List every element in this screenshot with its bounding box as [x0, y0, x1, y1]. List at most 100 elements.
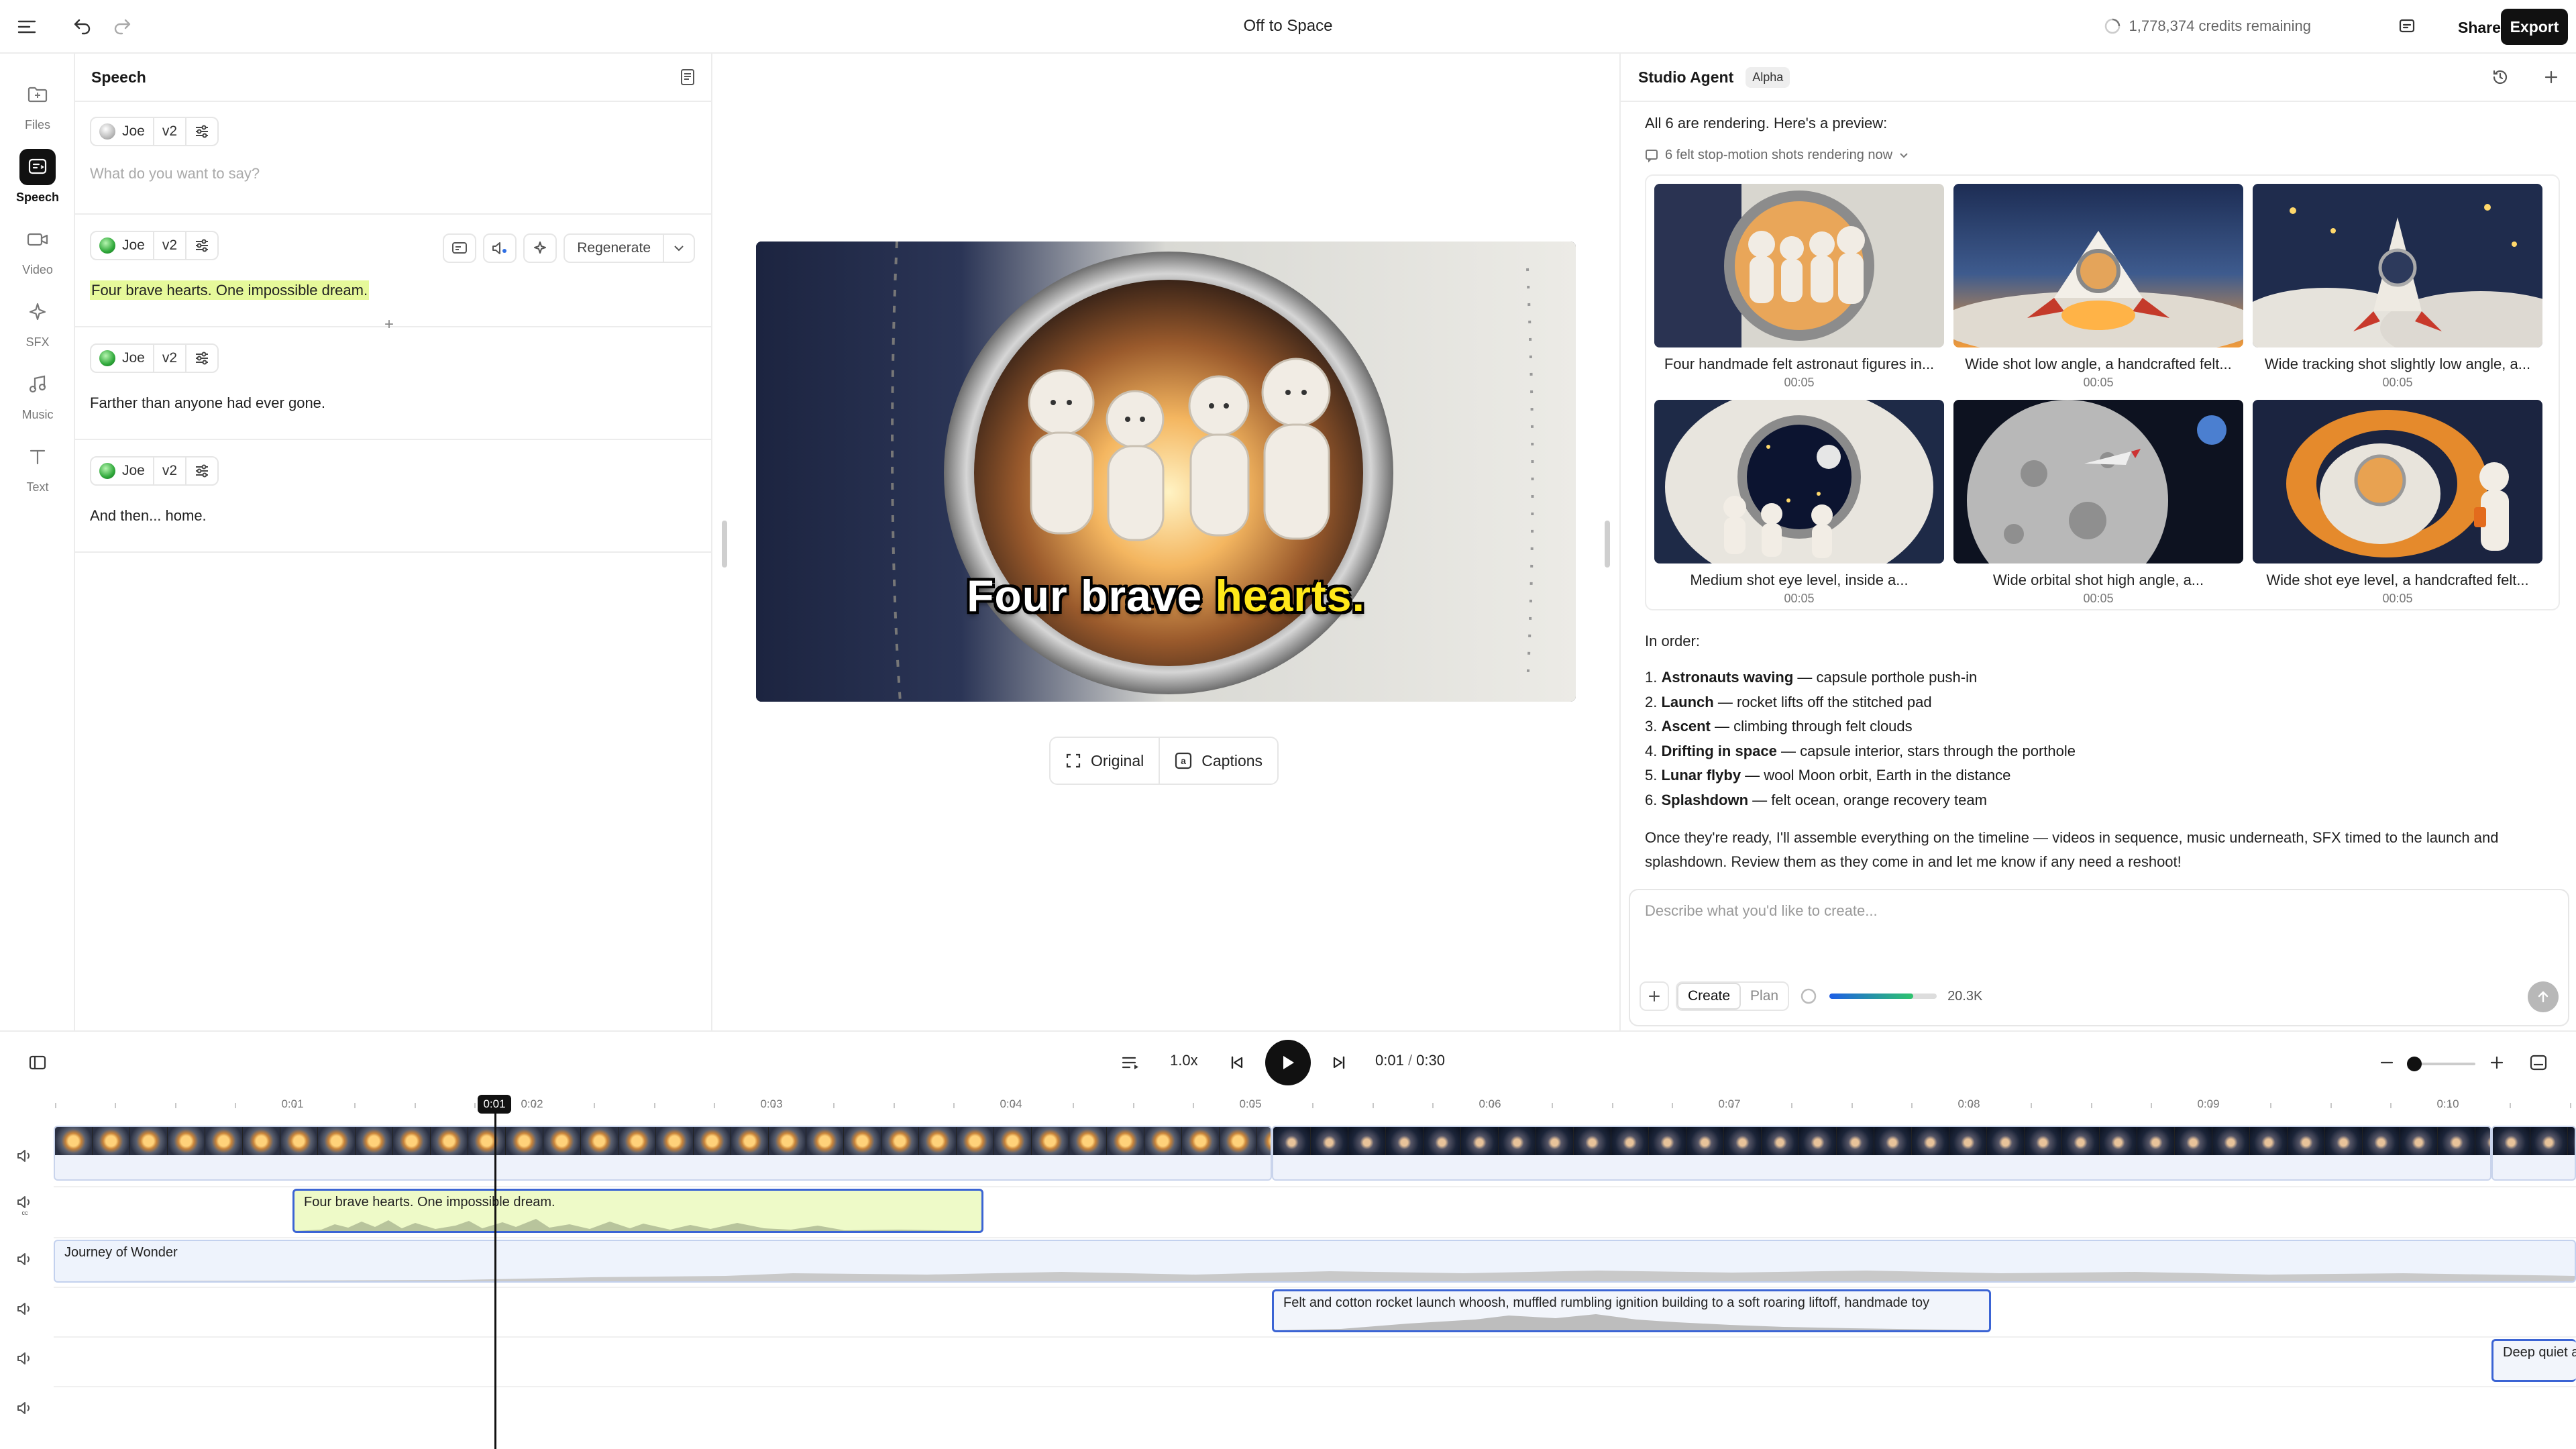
undo-icon[interactable]: [69, 13, 96, 40]
voice-settings-icon[interactable]: [186, 232, 217, 259]
prompt-input[interactable]: Describe what you'd like to create...: [1645, 902, 1878, 920]
rail-item-video[interactable]: Video: [0, 220, 75, 287]
left-resize-handle[interactable]: [722, 521, 727, 568]
play-button[interactable]: [1265, 1040, 1311, 1085]
shot-thumbnail: [2253, 400, 2542, 564]
speech-text-input[interactable]: What do you want to say?: [90, 165, 260, 182]
feedback-icon[interactable]: [2394, 13, 2420, 40]
voice-name[interactable]: Joe: [91, 458, 154, 484]
film-frame: [1536, 1127, 1574, 1155]
model-version[interactable]: v2: [154, 232, 187, 259]
speech-segment[interactable]: Joe v2 What do you want to say?: [75, 102, 711, 215]
sfx-track-volume-icon[interactable]: [13, 1297, 36, 1320]
model-version[interactable]: v2: [154, 345, 187, 372]
playback-speed[interactable]: 1.0x: [1170, 1052, 1198, 1069]
rail-item-speech[interactable]: Speech: [0, 148, 75, 215]
usage-progress-bar: [1829, 994, 1937, 999]
voice-selector[interactable]: Joe v2: [90, 117, 219, 146]
rail-item-files[interactable]: Files: [0, 75, 75, 142]
voice-name[interactable]: Joe: [91, 118, 154, 145]
caption-toggle-icon[interactable]: [2524, 1048, 2553, 1077]
shot-card[interactable]: Wide tracking shot slightly low angle, a…: [2253, 184, 2542, 390]
voice-audio-icon[interactable]: [483, 233, 517, 263]
chevron-down-icon[interactable]: [664, 245, 694, 252]
agent-header: Studio Agent Alpha: [1621, 54, 2576, 102]
speech-track-volume-icon[interactable]: cc: [13, 1194, 36, 1217]
export-button[interactable]: Export: [2501, 9, 2568, 45]
playlist-icon[interactable]: [1116, 1048, 1146, 1077]
rail-item-sfx[interactable]: SFX: [0, 292, 75, 360]
render-status-toggle[interactable]: 6 felt stop-motion shots rendering now: [1645, 148, 1909, 163]
video-track-volume-icon[interactable]: [13, 1144, 36, 1167]
sidebar-toggle-icon[interactable]: [13, 13, 40, 40]
speech-segment[interactable]: Joe v2 And then... home.: [75, 440, 711, 553]
music-track-volume-icon[interactable]: [13, 1248, 36, 1271]
voice-name[interactable]: Joe: [91, 345, 154, 372]
skip-forward-icon[interactable]: [1324, 1048, 1354, 1077]
sfx-clip[interactable]: Felt and cotton rocket launch whoosh, mu…: [1272, 1289, 1991, 1332]
ruler-label: 0:07: [1718, 1097, 1741, 1110]
shot-card[interactable]: Wide shot eye level, a handcrafted felt.…: [2253, 400, 2542, 606]
zoom-out-icon[interactable]: [2372, 1048, 2402, 1077]
video-clip[interactable]: [1272, 1126, 2491, 1181]
ruler-tick: [1911, 1103, 1913, 1108]
history-icon[interactable]: [2491, 68, 2509, 86]
voice-name[interactable]: Joe: [91, 232, 154, 259]
track-6-volume-icon[interactable]: [13, 1397, 36, 1419]
shot-order-list: 1. Astronauts waving — capsule porthole …: [1645, 665, 2076, 812]
plan-mode-button[interactable]: Plan: [1741, 983, 1788, 1010]
add-caption-icon[interactable]: [443, 233, 477, 263]
voice-selector[interactable]: Joe v2: [90, 231, 219, 260]
voice-avatar: [99, 350, 115, 366]
voice-settings-icon[interactable]: [186, 118, 217, 145]
attach-plus-icon[interactable]: [1640, 981, 1669, 1011]
speech-text[interactable]: And then... home.: [90, 507, 207, 525]
time-ruler[interactable]: 0:01 0:02 0:03 0:04 0:05 0:06 0:07 0:08 0:09 0:10: [54, 1092, 2576, 1126]
right-resize-handle[interactable]: [1605, 521, 1610, 568]
shot-card[interactable]: Medium shot eye level, inside a... 00:05: [1654, 400, 1944, 606]
shot-card[interactable]: Wide shot low angle, a handcrafted felt.…: [1953, 184, 2243, 390]
voice-settings-icon[interactable]: [186, 345, 217, 372]
video-clip[interactable]: [54, 1126, 1272, 1181]
original-mode-button[interactable]: Original: [1051, 738, 1159, 784]
speech-segment[interactable]: Joe v2 Regenerate Four brave hearts. One…: [75, 215, 711, 333]
speech-clip[interactable]: Four brave hearts. One impossible dream.: [292, 1189, 983, 1233]
shot-card[interactable]: Four handmade felt astronaut figures in.…: [1654, 184, 1944, 390]
skip-back-icon[interactable]: [1222, 1048, 1252, 1077]
split-view-icon[interactable]: [23, 1048, 52, 1077]
new-chat-icon[interactable]: [2544, 70, 2559, 85]
regenerate-button[interactable]: Regenerate: [564, 233, 695, 263]
captions-mode-button[interactable]: a Captions: [1159, 738, 1277, 784]
model-version[interactable]: v2: [154, 458, 187, 484]
speech-text[interactable]: Farther than anyone had ever gone.: [90, 394, 325, 412]
sfx-track-2-volume-icon[interactable]: [13, 1347, 36, 1370]
voice-settings-icon[interactable]: [186, 458, 217, 484]
voice-avatar: [99, 463, 115, 479]
voice-selector[interactable]: Joe v2: [90, 456, 219, 486]
zoom-in-icon[interactable]: [2482, 1048, 2512, 1077]
redo-icon[interactable]: [109, 13, 136, 40]
script-document-icon[interactable]: [680, 68, 695, 86]
ruler-tick: [2031, 1103, 2033, 1108]
speech-text[interactable]: Four brave hearts. One impossible dream.: [90, 280, 370, 300]
ruler-tick: [1192, 1103, 1194, 1108]
send-button[interactable]: [2528, 981, 2559, 1012]
rail-item-music[interactable]: Music: [0, 365, 75, 432]
playhead-time[interactable]: 0:01: [478, 1095, 511, 1114]
shot-card[interactable]: Wide orbital shot high angle, a... 00:05: [1953, 400, 2243, 606]
music-clip[interactable]: Journey of Wonder: [54, 1240, 2576, 1283]
ruler-tick: [174, 1103, 176, 1108]
rail-item-text[interactable]: Text: [0, 437, 75, 504]
zoom-slider-handle[interactable]: [2407, 1057, 2422, 1071]
sfx-clip[interactable]: Deep quiet a: [2491, 1339, 2576, 1382]
create-mode-button[interactable]: Create: [1677, 983, 1741, 1010]
voice-selector[interactable]: Joe v2: [90, 343, 219, 373]
film-frame: [1686, 1127, 1724, 1155]
shot-preview-grid: Four handmade felt astronaut figures in.…: [1645, 174, 2560, 610]
video-player[interactable]: Four brave hearts.: [756, 241, 1576, 702]
model-version[interactable]: v2: [154, 118, 187, 145]
video-clip[interactable]: [2491, 1126, 2576, 1181]
speech-segment[interactable]: Joe v2 Farther than anyone had ever gone…: [75, 327, 711, 440]
sparkle-enhance-icon[interactable]: [523, 233, 557, 263]
playhead[interactable]: [494, 1114, 496, 1449]
